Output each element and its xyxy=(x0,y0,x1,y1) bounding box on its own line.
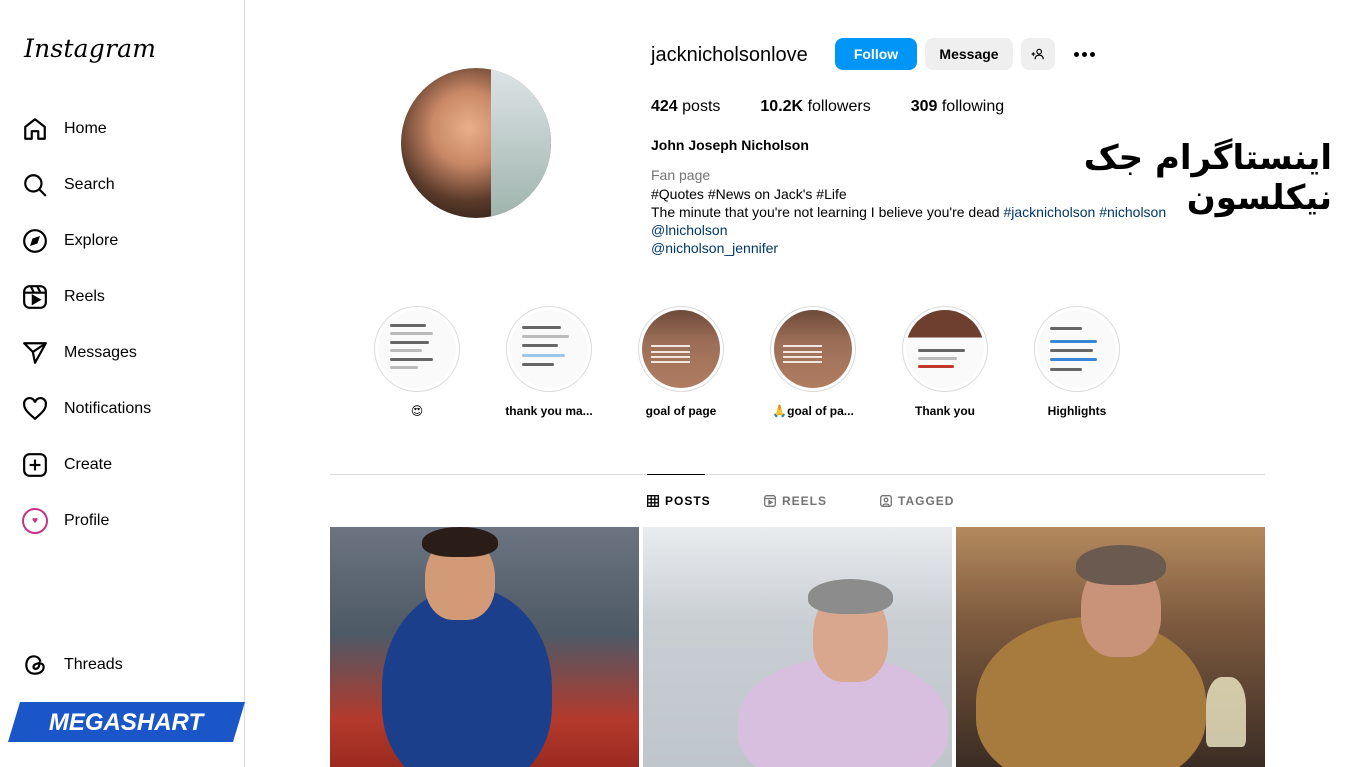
sidebar-item-profile[interactable]: ♥ Profile xyxy=(22,505,232,537)
profile-full-name: John Joseph Nicholson xyxy=(651,137,809,153)
profile-stats: 424 posts 10.2K followers 309 following xyxy=(651,98,1044,116)
megashart-watermark: MEGASHART xyxy=(8,702,245,742)
search-icon xyxy=(24,174,47,197)
stat-followers[interactable]: 10.2K followers xyxy=(760,98,870,116)
profile-category: Fan page xyxy=(651,167,711,183)
stat-posts[interactable]: 424 posts xyxy=(651,98,720,116)
story-highlight[interactable]: thank you ma... xyxy=(494,306,604,418)
story-highlight[interactable]: goal of page xyxy=(626,306,736,418)
sidebar-item-label: Profile xyxy=(64,512,110,529)
home-icon xyxy=(24,118,46,140)
sidebar-item-label: Explore xyxy=(64,232,119,249)
story-highlight[interactable]: 🙏goal of pa... xyxy=(758,306,868,418)
follow-button[interactable]: Follow xyxy=(835,38,917,70)
sidebar-item-label: Create xyxy=(64,456,113,473)
highlight-label: 😍 xyxy=(410,404,424,418)
sidebar-item-create[interactable]: Create xyxy=(22,449,232,481)
story-highlight[interactable]: Highlights xyxy=(1022,306,1132,418)
sidebar: Instagram Home Search Explore Reels Mess… xyxy=(0,0,245,767)
story-highlight[interactable]: Thank you xyxy=(890,306,1000,418)
profile-username: jacknicholsonlove xyxy=(651,44,808,66)
tab-reels[interactable]: REELS xyxy=(764,494,827,508)
profile-avatar[interactable] xyxy=(401,68,551,218)
highlight-label: Highlights xyxy=(1047,404,1107,418)
sidebar-item-label: Reels xyxy=(64,288,105,305)
bio-mention-link[interactable]: @nicholson_jennifer xyxy=(651,239,1166,257)
tab-tagged[interactable]: TAGGED xyxy=(880,494,954,508)
overlay-caption: اینستاگرام جک نیکلسون xyxy=(1083,138,1332,218)
grid-icon xyxy=(647,495,659,507)
avatar-icon: ♥ xyxy=(22,508,48,534)
tab-posts[interactable]: POSTS xyxy=(647,494,711,508)
sidebar-item-home[interactable]: Home xyxy=(22,113,232,145)
post-thumbnail[interactable] xyxy=(643,527,952,767)
watermark-text: MEGASHART xyxy=(49,709,206,736)
reels-icon xyxy=(23,285,47,309)
message-button[interactable]: Message xyxy=(925,38,1013,70)
highlight-label: Thank you xyxy=(914,404,975,418)
send-icon xyxy=(23,342,47,364)
sidebar-item-notifications[interactable]: Notifications xyxy=(22,393,232,425)
sidebar-item-label: Home xyxy=(64,120,107,137)
sidebar-item-threads[interactable]: Threads xyxy=(22,649,232,681)
sidebar-item-explore[interactable]: Explore xyxy=(22,225,232,257)
stat-following[interactable]: 309 following xyxy=(911,98,1004,116)
reels-icon xyxy=(764,495,776,507)
highlight-label: 🙏goal of pa... xyxy=(772,404,854,418)
sidebar-item-reels[interactable]: Reels xyxy=(22,281,232,313)
sidebar-item-label: Threads xyxy=(64,656,123,673)
add-user-icon xyxy=(1031,48,1044,60)
post-thumbnail[interactable] xyxy=(956,527,1265,767)
tabs-divider xyxy=(330,474,1265,475)
heart-icon xyxy=(23,396,47,421)
tab-label: TAGGED xyxy=(898,494,955,508)
compass-icon xyxy=(23,229,47,253)
highlight-label: thank you ma... xyxy=(505,404,593,418)
story-highlight[interactable]: 😍 xyxy=(362,306,472,418)
highlight-label: goal of page xyxy=(645,404,717,418)
sidebar-item-label: Search xyxy=(64,176,115,193)
tagged-user-icon xyxy=(880,495,892,507)
active-tab-indicator xyxy=(647,474,705,475)
more-options-button[interactable] xyxy=(1070,42,1098,66)
sidebar-item-label: Notifications xyxy=(64,400,152,417)
sidebar-item-search[interactable]: Search xyxy=(22,169,232,201)
tab-label: REELS xyxy=(782,494,828,508)
instagram-logo[interactable]: Instagram xyxy=(24,34,156,63)
post-thumbnail[interactable] xyxy=(330,527,639,767)
suggest-user-button[interactable] xyxy=(1021,38,1055,70)
sidebar-item-messages[interactable]: Messages xyxy=(22,337,232,369)
plus-square-icon xyxy=(23,453,47,477)
tab-label: POSTS xyxy=(665,494,711,508)
bio-mention-link[interactable]: @lnicholson xyxy=(651,221,1166,239)
threads-icon xyxy=(25,655,45,675)
sidebar-item-label: Messages xyxy=(64,344,137,361)
